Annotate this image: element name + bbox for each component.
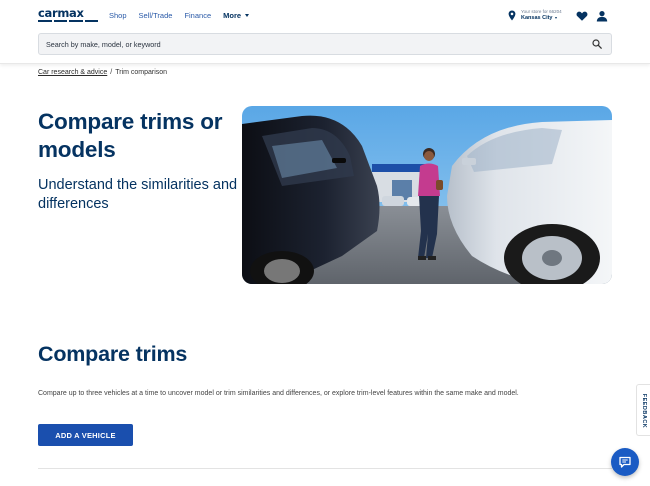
store-city-row: Kansas City (521, 15, 562, 21)
page-title: Compare trims or models (38, 109, 223, 163)
chevron-down-icon (554, 16, 557, 19)
store-city: Kansas City (521, 14, 553, 21)
section-divider (38, 468, 612, 469)
logo-underline-bars (38, 20, 98, 22)
search-input[interactable] (46, 34, 566, 54)
nav-shop[interactable]: Shop (109, 11, 127, 20)
store-selector[interactable]: Your store for 66204 Kansas City (508, 9, 562, 21)
chat-button[interactable] (611, 448, 639, 476)
nav-sell-trade[interactable]: Sell/Trade (139, 11, 173, 20)
nav-finance[interactable]: Finance (184, 11, 211, 20)
breadcrumb-separator: / (110, 69, 113, 76)
user-icon[interactable] (596, 10, 608, 22)
site-header: carmax Shop Sell/Trade Finance More Your… (0, 0, 650, 64)
breadcrumb-current: Trim comparison (115, 69, 168, 76)
hero-subtitle: Understand the similarities and differen… (38, 177, 238, 212)
location-pin-icon (508, 10, 516, 21)
hero-image (242, 106, 612, 284)
carmax-logo[interactable]: carmax (38, 6, 100, 24)
nav-more[interactable]: More (223, 11, 250, 20)
breadcrumb-research-link[interactable]: Car research & advice (38, 69, 107, 76)
search-bar (38, 33, 612, 55)
search-icon[interactable] (592, 39, 602, 49)
woman-between-cars-photo (242, 106, 612, 284)
add-vehicle-button[interactable]: ADD A VEHICLE (38, 424, 133, 446)
nav-more-label: More (223, 11, 242, 20)
compare-trims-heading: Compare trims (38, 342, 188, 366)
feedback-label: FEEDBACK (641, 393, 647, 429)
main-nav: Shop Sell/Trade Finance More (109, 11, 261, 20)
feedback-tab[interactable]: FEEDBACK (636, 384, 650, 436)
logo-wordmark: carmax (38, 6, 84, 20)
compare-description: Compare up to three vehicles at a time t… (38, 390, 519, 397)
breadcrumb: Car research & advice / Trim comparison (38, 69, 167, 76)
chevron-down-icon (245, 14, 250, 17)
store-text: Your store for 66204 Kansas City (521, 9, 562, 21)
heart-icon[interactable] (576, 10, 588, 22)
chat-icon (619, 456, 631, 468)
